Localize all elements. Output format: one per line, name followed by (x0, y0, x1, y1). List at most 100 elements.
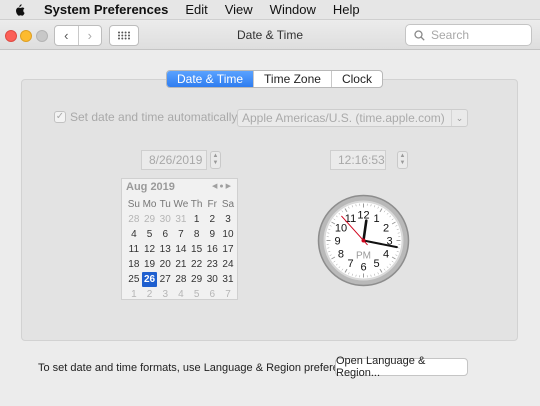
menu-help[interactable]: Help (333, 2, 360, 17)
calendar-day[interactable]: 25 (126, 272, 142, 287)
clock-number: 7 (347, 258, 353, 270)
checkmark-icon: ✓ (55, 111, 65, 122)
calendar-day[interactable]: 30 (157, 212, 173, 227)
tab-date-time[interactable]: Date & Time (167, 71, 254, 87)
weekday-header: Sa (221, 199, 235, 210)
calendar: Aug 2019 ◀●▶ Su Mo Tu We Th Fr Sa 28 29 30 31 1 2 3 4 5… (121, 178, 238, 300)
calendar-day[interactable]: 23 (204, 257, 220, 272)
calendar-day[interactable]: 27 (157, 272, 173, 287)
stepper-up-icon: ▲ (212, 153, 219, 159)
open-language-region-button[interactable]: Open Language & Region... (335, 355, 468, 379)
clock-number: 2 (383, 223, 389, 235)
weekday-header: Fr (207, 199, 217, 210)
clock-number: 9 (334, 236, 340, 248)
menu-edit[interactable]: Edit (185, 2, 207, 17)
next-month-icon[interactable]: ▶ (226, 183, 233, 190)
calendar-day[interactable]: 5 (189, 287, 205, 302)
calendar-day[interactable]: 22 (189, 257, 205, 272)
calendar-day[interactable]: 2 (204, 212, 220, 227)
calendar-grid: Su Mo Tu We Th Fr Sa 28 29 30 31 1 2 3 4 5 6 7 8 9 10 11 12 13 1… (126, 197, 236, 302)
calendar-day[interactable]: 28 (126, 212, 142, 227)
calendar-day[interactable]: 18 (126, 257, 142, 272)
menu-app-name[interactable]: System Preferences (44, 2, 168, 17)
analog-clock: 12 1234567891011PM (317, 194, 410, 287)
clock-meridiem: PM (356, 251, 371, 262)
menu-view[interactable]: View (225, 2, 253, 17)
calendar-day[interactable]: 3 (157, 287, 173, 302)
footer-text: To set date and time formats, use Langua… (38, 362, 366, 374)
search-field[interactable]: Search (405, 24, 532, 46)
calendar-day[interactable]: 16 (204, 242, 220, 257)
calendar-day[interactable]: 7 (220, 287, 236, 302)
date-field[interactable]: 8/26/2019 (141, 150, 207, 170)
date-stepper[interactable]: ▲ ▼ (210, 151, 221, 169)
clock-number: 8 (338, 249, 344, 261)
calendar-day[interactable]: 6 (157, 227, 173, 242)
calendar-day[interactable]: 12 (142, 242, 158, 257)
calendar-day[interactable]: 24 (220, 257, 236, 272)
calendar-day[interactable]: 28 (173, 272, 189, 287)
chevron-down-icon: ⌄ (451, 110, 467, 126)
clock-number: 6 (360, 262, 366, 274)
calendar-day[interactable]: 20 (157, 257, 173, 272)
tab-time-zone[interactable]: Time Zone (253, 71, 331, 87)
calendar-month-label: Aug 2019 (126, 181, 175, 193)
stepper-down-icon: ▼ (212, 160, 219, 166)
window-toolbar: ‹ › Date & Time Search (0, 20, 540, 50)
weekday-header: Th (190, 199, 203, 210)
menu-bar: System Preferences Edit View Window Help (0, 0, 540, 20)
clock-number: 4 (383, 249, 389, 261)
auto-date-time-row: ✓ Set date and time automatically: (54, 110, 241, 124)
calendar-day[interactable]: 3 (220, 212, 236, 227)
calendar-day[interactable]: 14 (173, 242, 189, 257)
time-server-value: Apple Americas/U.S. (time.apple.com) (242, 111, 445, 125)
calendar-day[interactable]: 29 (189, 272, 205, 287)
weekday-header: Tu (159, 199, 171, 210)
time-stepper[interactable]: ▲ ▼ (397, 151, 408, 169)
weekday-header: Su (127, 199, 140, 210)
calendar-day[interactable]: 2 (142, 287, 158, 302)
clock-number: 1 (373, 213, 379, 225)
calendar-day[interactable]: 6 (204, 287, 220, 302)
menu-window[interactable]: Window (270, 2, 316, 17)
calendar-day[interactable]: 19 (142, 257, 158, 272)
tab-bar: Date & Time Time Zone Clock (166, 70, 383, 88)
time-field[interactable]: 12:16:53 (330, 150, 386, 170)
calendar-day[interactable]: 9 (204, 227, 220, 242)
auto-date-time-label: Set date and time automatically: (70, 110, 241, 124)
calendar-day[interactable]: 11 (126, 242, 142, 257)
tab-clock[interactable]: Clock (330, 71, 382, 87)
calendar-day[interactable]: 4 (173, 287, 189, 302)
calendar-day[interactable]: 13 (157, 242, 173, 257)
calendar-day[interactable]: 21 (173, 257, 189, 272)
calendar-day[interactable]: 1 (189, 212, 205, 227)
stepper-down-icon: ▼ (399, 160, 406, 166)
calendar-day[interactable]: 1 (126, 287, 142, 302)
time-field-value: 12:16:53 (338, 153, 385, 167)
time-server-select[interactable]: Apple Americas/U.S. (time.apple.com) ⌄ (237, 109, 468, 127)
calendar-day[interactable]: 31 (220, 272, 236, 287)
auto-date-time-checkbox[interactable]: ✓ (54, 111, 66, 123)
clock-number: 5 (373, 258, 379, 270)
clock-number: 12 (357, 210, 369, 222)
calendar-day[interactable]: 4 (126, 227, 142, 242)
calendar-day[interactable]: 5 (142, 227, 158, 242)
calendar-day[interactable]: 15 (189, 242, 205, 257)
stepper-up-icon: ▲ (399, 153, 406, 159)
calendar-day[interactable]: 7 (173, 227, 189, 242)
search-placeholder: Search (431, 28, 470, 42)
clock-number: 11 (345, 213, 356, 225)
calendar-day[interactable]: 8 (189, 227, 205, 242)
calendar-day[interactable]: 10 (220, 227, 236, 242)
weekday-header: We (173, 199, 189, 210)
weekday-header: Mo (142, 199, 157, 210)
calendar-day[interactable]: 31 (173, 212, 189, 227)
search-icon (414, 29, 425, 41)
clock-center-pin (361, 238, 366, 243)
calendar-day-selected[interactable]: 26 (141, 272, 158, 287)
calendar-day[interactable]: 17 (220, 242, 236, 257)
calendar-day[interactable]: 30 (204, 272, 220, 287)
apple-menu-icon[interactable] (12, 3, 26, 17)
calendar-day[interactable]: 29 (142, 212, 158, 227)
date-field-value: 8/26/2019 (149, 153, 203, 167)
